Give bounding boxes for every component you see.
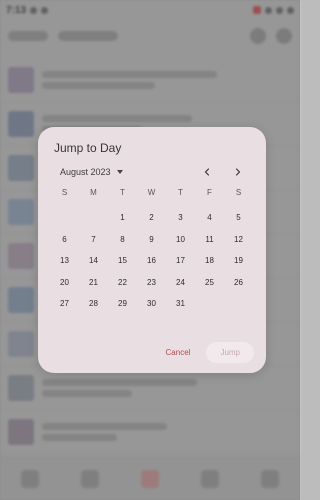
day-cell[interactable]: 19 xyxy=(224,250,253,272)
weekday-label: F xyxy=(207,188,212,197)
day-cell[interactable]: 7 xyxy=(79,229,108,251)
day-cell[interactable]: 29 xyxy=(108,293,137,315)
day-cell[interactable]: 11 xyxy=(195,229,224,251)
weekday-label: S xyxy=(61,188,68,197)
weekday-label: T xyxy=(178,188,183,197)
day-cell[interactable]: 27 xyxy=(50,293,79,315)
next-month-button[interactable] xyxy=(229,163,247,181)
dropdown-arrow-icon xyxy=(116,170,123,174)
day-cell[interactable]: 5 xyxy=(224,207,253,229)
day-cell[interactable]: 24 xyxy=(166,272,195,294)
day-cell[interactable]: 1 xyxy=(108,207,137,229)
cancel-button[interactable]: Cancel xyxy=(160,344,197,361)
day-cell[interactable]: 15 xyxy=(108,250,137,272)
day-cell[interactable]: 4 xyxy=(195,207,224,229)
day-cell[interactable]: 8 xyxy=(108,229,137,251)
dialog-title: Jump to Day xyxy=(54,141,122,155)
empty-day-cell xyxy=(50,207,79,229)
day-cell[interactable]: 22 xyxy=(108,272,137,294)
jump-to-day-dialog: Jump to Day August 2023 S M T W T F S 12… xyxy=(38,127,266,373)
chevron-right-icon xyxy=(235,168,241,176)
day-cell[interactable]: 23 xyxy=(137,272,166,294)
day-cell[interactable]: 21 xyxy=(79,272,108,294)
day-cell[interactable]: 16 xyxy=(137,250,166,272)
weekday-label: M xyxy=(90,188,97,197)
month-year-selector[interactable]: August 2023 xyxy=(60,167,123,177)
day-cell[interactable]: 2 xyxy=(137,207,166,229)
weekday-label: W xyxy=(147,188,156,197)
day-cell[interactable]: 17 xyxy=(166,250,195,272)
day-cell[interactable]: 14 xyxy=(79,250,108,272)
day-cell[interactable]: 20 xyxy=(50,272,79,294)
weekday-label: S xyxy=(235,188,242,197)
day-cell[interactable]: 18 xyxy=(195,250,224,272)
day-cell[interactable]: 28 xyxy=(79,293,108,315)
jump-button[interactable]: Jump xyxy=(206,342,254,363)
chevron-left-icon xyxy=(204,168,210,176)
day-cell[interactable]: 13 xyxy=(50,250,79,272)
day-cell[interactable]: 30 xyxy=(137,293,166,315)
dialog-actions: Cancel Jump xyxy=(160,342,254,363)
weekday-header: S M T W T F S xyxy=(50,188,258,197)
empty-day-cell xyxy=(79,207,108,229)
month-year-label: August 2023 xyxy=(60,167,111,177)
calendar-day-grid: 1 2 3 4 5 6 7 8 9 10 11 12 13 14 15 16 17 18 19 20 21 22 23 24 2… xyxy=(50,207,258,315)
day-cell[interactable]: 31 xyxy=(166,293,195,315)
day-cell[interactable]: 10 xyxy=(166,229,195,251)
day-cell[interactable]: 6 xyxy=(50,229,79,251)
previous-month-button[interactable] xyxy=(198,163,216,181)
weekday-label: T xyxy=(120,188,125,197)
day-cell[interactable]: 9 xyxy=(137,229,166,251)
day-cell[interactable]: 3 xyxy=(166,207,195,229)
day-cell[interactable]: 26 xyxy=(224,272,253,294)
day-cell[interactable]: 12 xyxy=(224,229,253,251)
day-cell[interactable]: 25 xyxy=(195,272,224,294)
